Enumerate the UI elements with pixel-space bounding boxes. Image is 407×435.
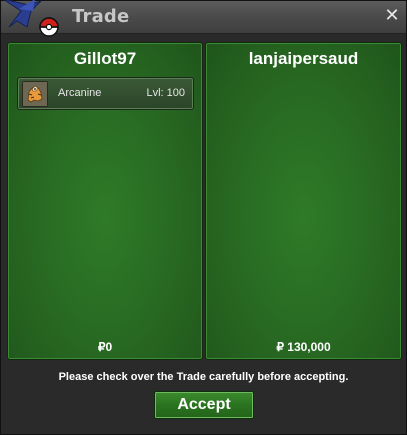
- accept-button[interactable]: Accept: [154, 391, 254, 419]
- left-player-name: Gillot97: [73, 49, 137, 68]
- trade-window: Trade ✕ Gillot97 Arcanine Lvl: 100 ₽0 la…: [0, 0, 407, 435]
- pokemon-level: Lvl: 100: [146, 87, 185, 99]
- close-button[interactable]: ✕: [382, 6, 402, 26]
- left-money-offer: ₽0: [97, 340, 113, 354]
- arcanine-icon: [22, 81, 48, 107]
- window-title: Trade: [72, 6, 130, 27]
- right-player-name: lanjaipersaud: [248, 49, 359, 68]
- title-bar[interactable]: Trade ✕: [1, 0, 406, 37]
- pokeball-logo-icon: [3, 0, 59, 37]
- left-trade-panel: Gillot97 Arcanine Lvl: 100 ₽0: [7, 42, 203, 360]
- trade-notice: Please check over the Trade carefully be…: [58, 371, 349, 383]
- right-money-offer: ₽ 130,000: [276, 340, 331, 354]
- trade-item-row[interactable]: Arcanine Lvl: 100: [17, 77, 194, 110]
- right-trade-panel: lanjaipersaud ₽ 130,000: [205, 42, 402, 360]
- pokemon-name: Arcanine: [58, 87, 102, 99]
